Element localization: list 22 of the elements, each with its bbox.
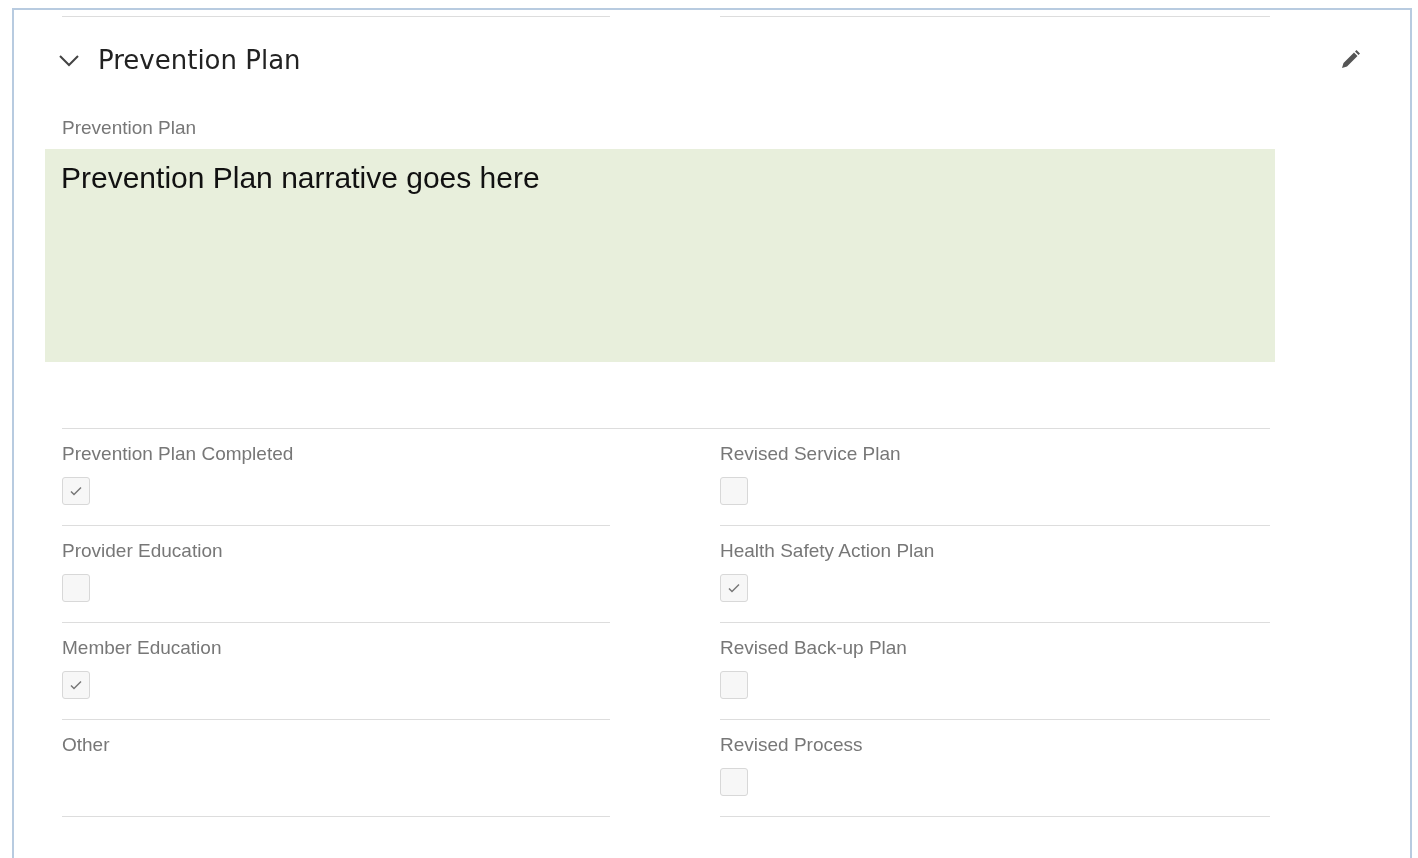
chevron-icon[interactable] (58, 53, 80, 67)
field-label: Other (62, 734, 110, 756)
checkbox[interactable] (720, 477, 748, 505)
narrative-field[interactable]: Prevention Plan narrative goes here (45, 149, 1275, 362)
field-label: Revised Process (720, 734, 863, 756)
section-title: Prevention Plan (98, 45, 301, 75)
field-label: Member Education (62, 637, 222, 659)
checkbox[interactable] (720, 574, 748, 602)
field-label: Provider Education (62, 540, 223, 562)
check-icon (727, 581, 741, 595)
field-label: Prevention Plan Completed (62, 443, 294, 465)
check-icon (69, 484, 83, 498)
field-label: Prevention Plan (62, 117, 197, 139)
checkbox[interactable] (720, 671, 748, 699)
check-icon (69, 678, 83, 692)
field-label: Revised Back-up Plan (720, 637, 907, 659)
field-label: Health Safety Action Plan (720, 540, 935, 562)
checkbox[interactable] (62, 671, 90, 699)
field-label: Revised Service Plan (720, 443, 901, 465)
checkbox[interactable] (720, 768, 748, 796)
checkbox[interactable] (62, 574, 90, 602)
checkbox[interactable] (62, 477, 90, 505)
